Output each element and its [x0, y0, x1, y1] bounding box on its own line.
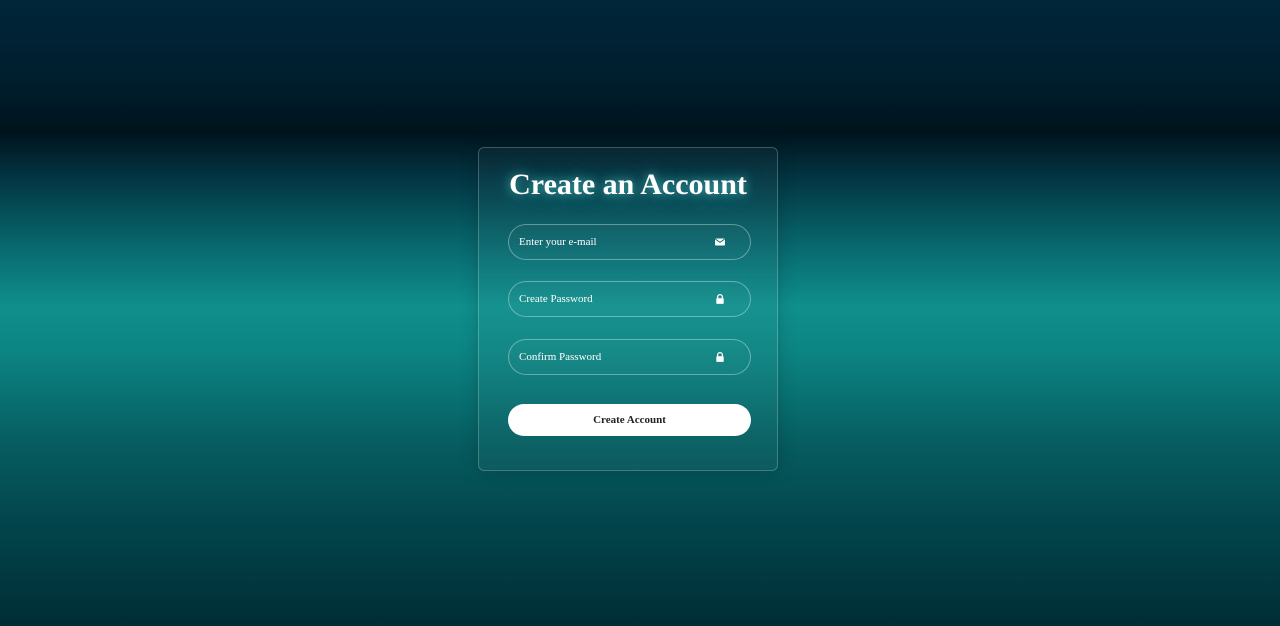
email-field-wrapper	[508, 224, 751, 260]
confirm-password-field-wrapper	[508, 339, 751, 375]
create-password-field[interactable]	[519, 282, 704, 316]
signup-card: Create an Account Create Account	[478, 147, 778, 471]
lock-icon	[716, 351, 724, 362]
lock-icon	[716, 293, 724, 304]
envelope-icon	[715, 238, 725, 246]
create-account-button[interactable]: Create Account	[508, 404, 751, 436]
password-field-wrapper	[508, 281, 751, 317]
email-field[interactable]	[519, 225, 704, 259]
signup-page: { "form": { "title": "Create an Account"…	[0, 0, 1280, 626]
confirm-password-field[interactable]	[519, 340, 704, 374]
page-title: Create an Account	[509, 168, 747, 201]
